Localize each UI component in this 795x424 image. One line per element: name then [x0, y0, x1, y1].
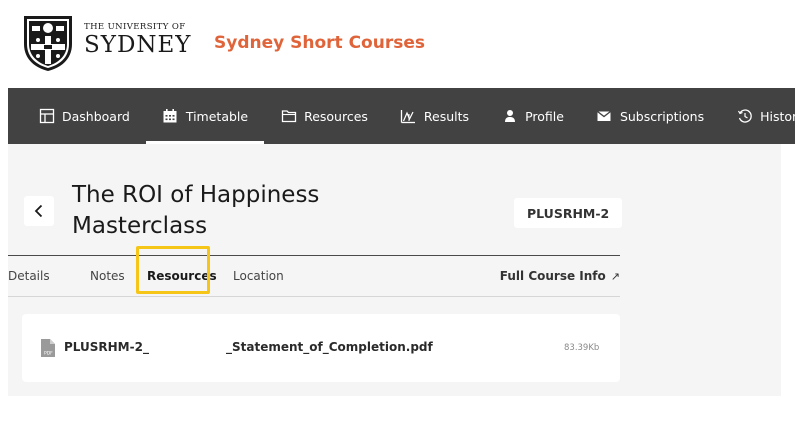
nav-label-results: Results: [423, 108, 470, 124]
nav-label-dashboard: Dashboard: [62, 108, 130, 124]
nav-item-history[interactable]: History: [720, 88, 795, 144]
tab-location[interactable]: Location: [233, 256, 284, 296]
resource-name-part1[interactable]: PLUSRHM-2_: [64, 340, 149, 354]
resource-item[interactable]: PDF PLUSRHM-2_ _Statement_of_Completion.…: [22, 314, 620, 382]
svg-text:PDF: PDF: [44, 351, 53, 357]
university-big-text: SYDNEY: [84, 32, 192, 58]
folder-icon: [280, 108, 297, 125]
nav-label-resources: Resources: [304, 108, 368, 124]
university-logo-text[interactable]: THE UNIVERSITY OF SYDNEY: [84, 22, 191, 57]
nav-item-subscriptions[interactable]: Subscriptions: [580, 88, 720, 144]
back-button[interactable]: [24, 196, 54, 226]
person-icon: [501, 108, 518, 125]
calendar-icon: [162, 108, 179, 125]
dashboard-icon: [38, 108, 55, 125]
full-course-info-label: Full Course Info: [499, 269, 606, 283]
university-small-text: THE UNIVERSITY OF: [84, 22, 186, 32]
tab-details[interactable]: Details: [8, 256, 50, 296]
site-header: THE UNIVERSITY OF SYDNEY Sydney Short Co…: [0, 0, 795, 88]
page-title: The ROI of Happiness Masterclass: [72, 180, 402, 242]
tab-resources[interactable]: Resources: [147, 256, 217, 296]
course-panel: The ROI of Happiness Masterclass PLUSRHM…: [8, 144, 781, 396]
nav-item-profile[interactable]: Profile: [485, 88, 580, 144]
chart-icon: [400, 108, 417, 125]
resource-name-part2[interactable]: _Statement_of_Completion.pdf: [226, 340, 433, 354]
nav-item-results[interactable]: Results: [384, 88, 485, 144]
external-link-icon: ↗: [610, 269, 620, 283]
resource-file-size: 83.39Kb: [564, 343, 600, 353]
nav-item-dashboard[interactable]: Dashboard: [8, 88, 146, 144]
nav-item-resources[interactable]: Resources: [264, 88, 384, 144]
course-tabs: Details Notes Resources Location Full Co…: [8, 255, 620, 297]
envelope-icon: [596, 108, 613, 125]
chevron-left-icon: [34, 204, 43, 218]
course-title-line1: The ROI of Happiness: [72, 182, 320, 208]
nav-label-subscriptions: Subscriptions: [619, 108, 705, 124]
nav-label-history: History: [760, 108, 795, 124]
pdf-icon: PDF: [40, 338, 56, 358]
main-nav: Dashboard Timetable Resources Results Pr…: [8, 88, 795, 144]
nav-label-profile: Profile: [525, 108, 564, 124]
brand-title[interactable]: Sydney Short Courses: [214, 33, 425, 53]
history-icon: [736, 108, 753, 125]
course-code-badge: PLUSRHM-2: [514, 198, 623, 228]
course-title-line2: Masterclass: [72, 213, 208, 239]
university-crest-icon[interactable]: [22, 14, 74, 72]
tab-notes[interactable]: Notes: [90, 256, 125, 296]
nav-label-timetable: Timetable: [185, 108, 249, 124]
full-course-info-link[interactable]: Full Course Info ↗: [500, 256, 620, 296]
nav-item-timetable[interactable]: Timetable: [145, 88, 265, 144]
